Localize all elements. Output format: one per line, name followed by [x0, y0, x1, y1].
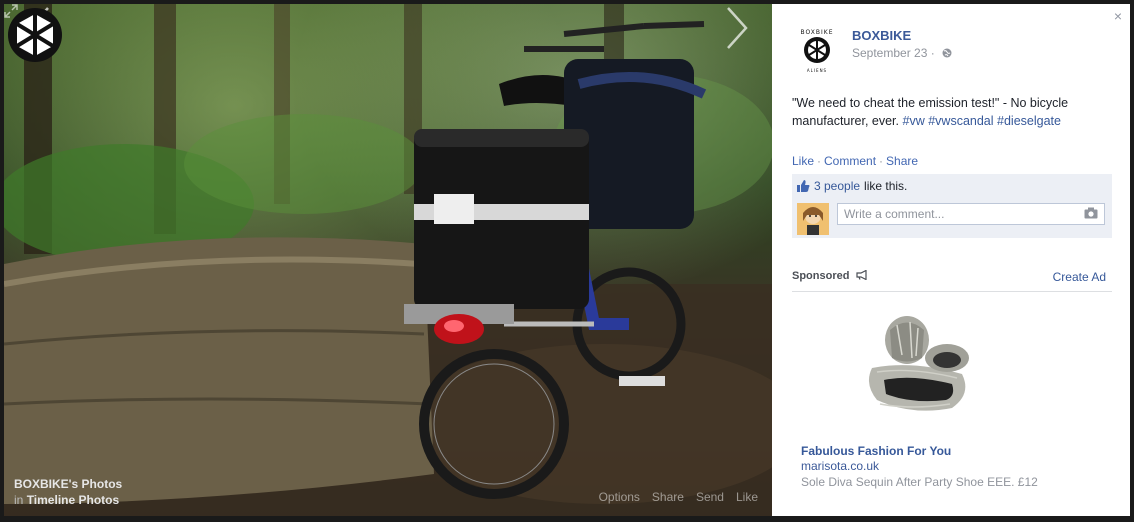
separator: · — [817, 154, 822, 168]
post-panel: × BOXBIKE ALIENS BOXBIKE September 23 · … — [772, 4, 1130, 516]
likes-suffix: like this. — [864, 179, 908, 193]
send-button[interactable]: Send — [696, 490, 724, 504]
create-ad-link[interactable]: Create Ad — [1053, 270, 1106, 284]
hashtag-link[interactable]: #dieselgate — [997, 114, 1061, 128]
svg-text:ALIENS: ALIENS — [807, 68, 827, 73]
post-actions: Like · Comment · Share — [792, 154, 918, 168]
likes-summary: 3 people like this. — [792, 174, 1112, 198]
divider — [792, 291, 1112, 292]
photo-illustration — [4, 4, 772, 516]
ad-image[interactable] — [852, 310, 982, 430]
user-avatar — [797, 203, 829, 235]
comment-link[interactable]: Comment — [824, 154, 876, 168]
chevron-right-icon[interactable] — [724, 4, 752, 52]
close-icon[interactable]: × — [1114, 8, 1122, 24]
likes-count-link[interactable]: 3 people — [814, 179, 860, 193]
album-link[interactable]: BOXBIKE's Photos — [14, 477, 122, 491]
sponsored-heading: Sponsored — [792, 270, 868, 282]
page-name-link[interactable]: BOXBIKE — [852, 28, 911, 43]
photo[interactable]: BOXBIKE's Photos in Timeline Photos Opti… — [4, 4, 772, 516]
svg-text:BOXBIKE: BOXBIKE — [800, 29, 833, 36]
boxbike-logo[interactable]: BOXBIKE ALIENS — [792, 26, 842, 76]
post-date-text[interactable]: September 23 · — [852, 46, 935, 60]
separator: · — [879, 154, 884, 168]
ad-title-link[interactable]: Fabulous Fashion For You — [801, 444, 951, 458]
options-button[interactable]: Options — [599, 490, 640, 504]
share-link[interactable]: Share — [886, 154, 918, 168]
like-link[interactable]: Like — [792, 154, 814, 168]
photo-share-button[interactable]: Share — [652, 490, 684, 504]
sponsored-text: Sponsored — [792, 270, 850, 282]
ad-description: Sole Diva Sequin After Party Shoe EEE. £… — [801, 475, 1038, 489]
caption-in-text: in — [14, 493, 24, 507]
boxbike-watermark-icon — [8, 8, 62, 62]
post-text: "We need to cheat the emission test!" - … — [792, 94, 1112, 130]
hashtag-link[interactable]: #vw — [903, 114, 925, 128]
post-date: September 23 · — [852, 46, 952, 60]
photo-viewer: BOXBIKE's Photos in Timeline Photos Opti… — [0, 0, 1134, 522]
hashtag-link[interactable]: #vwscandal — [928, 114, 993, 128]
megaphone-icon — [855, 270, 867, 280]
photo-like-button[interactable]: Like — [736, 490, 758, 504]
timeline-photos-link[interactable]: Timeline Photos — [27, 493, 119, 507]
camera-icon[interactable] — [1084, 207, 1098, 219]
photo-caption: BOXBIKE's Photos in Timeline Photos — [14, 476, 122, 508]
comment-composer: Write a comment... — [792, 198, 1112, 238]
comment-input[interactable]: Write a comment... — [837, 203, 1105, 225]
ad-domain-link[interactable]: marisota.co.uk — [801, 459, 879, 473]
thumbs-up-icon — [797, 180, 810, 192]
globe-icon — [942, 48, 952, 58]
photo-actions: Options Share Send Like — [599, 490, 758, 504]
